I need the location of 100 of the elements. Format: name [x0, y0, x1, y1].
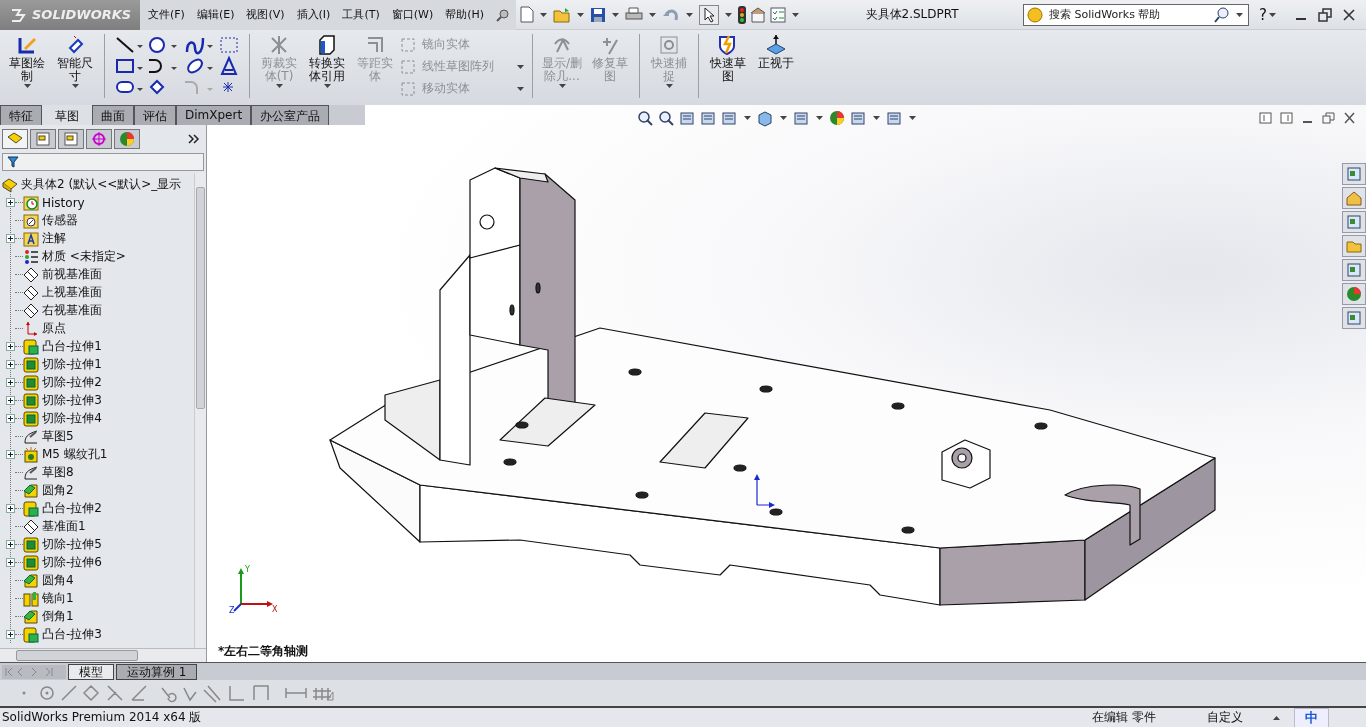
appearance-icon[interactable] [829, 109, 846, 127]
tree-item[interactable]: 切除-拉伸2 [23, 374, 102, 392]
command-button[interactable]: 快速草图 [705, 34, 751, 83]
panel-tab[interactable] [58, 128, 84, 149]
menu-item[interactable]: 插入(I) [296, 7, 331, 22]
units-menu[interactable]: 自定义 [1207, 709, 1273, 726]
caret-icon[interactable] [1236, 12, 1244, 17]
traffic-light-icon[interactable] [738, 5, 747, 24]
search-icon[interactable] [1214, 6, 1231, 23]
command-button[interactable]: 草图绘制 [4, 34, 50, 88]
command-tab[interactable]: 评估 [134, 104, 176, 125]
expand-icon[interactable] [6, 414, 15, 424]
panel-tab[interactable] [2, 128, 28, 149]
horizontal-scrollbar[interactable] [0, 648, 206, 663]
tree-item[interactable]: 凸台-拉伸1 [23, 338, 102, 356]
help-button[interactable]: ? [1259, 5, 1267, 24]
expand-icon[interactable] [188, 133, 200, 144]
caret-icon[interactable] [649, 12, 657, 17]
tree-item[interactable]: 圆角4 [23, 572, 74, 590]
tree-item[interactable]: 切除-拉伸6 [23, 554, 102, 572]
tree-item[interactable]: 传感器 [23, 212, 78, 230]
close-icon[interactable] [1343, 111, 1356, 124]
expand-icon[interactable] [6, 396, 15, 406]
tree-item[interactable]: 夹具体2 (默认<<默认>_显示 [0, 175, 194, 194]
menu-item[interactable]: 文件(F) [148, 7, 185, 22]
task-pane-tab[interactable] [1342, 210, 1366, 233]
task-pane-tab[interactable] [1342, 162, 1366, 185]
menu-item[interactable]: 窗口(W) [391, 7, 434, 22]
menu-item[interactable]: 视图(V) [246, 7, 285, 22]
expand-icon[interactable] [6, 198, 15, 208]
model-tab[interactable]: 运动算例 1 [116, 663, 198, 680]
restore-icon[interactable] [1318, 7, 1332, 22]
print-icon[interactable] [625, 6, 644, 23]
caret-icon[interactable] [909, 116, 916, 121]
save-icon[interactable] [590, 6, 607, 23]
command-tab[interactable]: 曲面 [92, 104, 134, 125]
model-tab[interactable]: 模型 [68, 663, 114, 680]
caret-icon[interactable] [577, 12, 585, 17]
options-icon[interactable] [750, 6, 767, 23]
expand-icon[interactable] [6, 504, 15, 514]
caret-icon[interactable] [873, 116, 880, 121]
checklist-icon[interactable] [770, 6, 787, 23]
tree-item[interactable]: 基准面1 [23, 518, 86, 536]
command-button[interactable]: 转换实体引用 [304, 34, 350, 88]
command-tab[interactable]: 草图 [42, 104, 92, 125]
caret-icon[interactable] [1269, 12, 1276, 17]
tree-item[interactable]: 镜向1 [23, 590, 74, 608]
tree-item[interactable]: History [23, 194, 85, 211]
tree-item[interactable]: 右视基准面 [23, 302, 102, 320]
tree-item[interactable]: 材质 <未指定> [23, 248, 126, 266]
caret-icon[interactable] [71, 84, 79, 88]
caret-icon[interactable] [1273, 715, 1280, 720]
expand-icon[interactable] [6, 540, 15, 550]
menu-item[interactable]: 工具(T) [342, 7, 380, 22]
caret-icon[interactable] [816, 116, 823, 121]
tile-right-icon[interactable] [1280, 111, 1293, 124]
panel-tab[interactable] [114, 128, 140, 149]
expand-icon[interactable] [6, 234, 15, 244]
tile-left-icon[interactable] [1259, 111, 1272, 124]
caret-icon[interactable] [780, 116, 787, 121]
menu-item[interactable]: 帮助(H) [445, 7, 485, 22]
command-button[interactable]: 智能尺寸 [52, 34, 98, 88]
tree-item[interactable]: 前视基准面 [23, 266, 102, 284]
vertical-scrollbar[interactable] [194, 172, 206, 649]
tree-item[interactable]: 草图8 [23, 464, 74, 482]
folder-icon[interactable] [553, 6, 572, 23]
expand-icon[interactable] [6, 378, 15, 388]
display-style-icon[interactable] [757, 109, 774, 127]
menu-item[interactable]: 编辑(E) [196, 7, 235, 22]
command-button[interactable]: 正视于 [753, 34, 799, 70]
fixture-part-model-drawing[interactable] [329, 167, 1216, 606]
expand-icon[interactable] [6, 360, 15, 370]
restore-icon[interactable] [1322, 111, 1335, 124]
tree-item[interactable]: 原点 [23, 320, 66, 338]
zoom-fit-icon[interactable] [637, 109, 654, 127]
zoom-area-icon[interactable] [658, 109, 675, 127]
tree-item[interactable]: 上视基准面 [23, 284, 102, 302]
tree-item[interactable]: 圆角2 [23, 482, 74, 500]
caret-icon[interactable] [686, 12, 694, 17]
task-pane-tab[interactable] [1342, 258, 1366, 281]
tree-item[interactable]: 倒角1 [23, 608, 74, 626]
tree-item[interactable]: 凸台-拉伸3 [23, 626, 102, 644]
panel-tab[interactable] [30, 128, 56, 149]
command-tab[interactable]: 特征 [0, 104, 42, 125]
expand-icon[interactable] [6, 558, 15, 568]
caret-icon[interactable] [540, 12, 548, 17]
caret-icon[interactable] [792, 12, 800, 17]
new-document-icon[interactable] [520, 6, 535, 23]
expand-icon[interactable] [6, 630, 15, 640]
command-tab[interactable]: 办公室产品 [251, 104, 330, 125]
panel-tab[interactable] [86, 128, 112, 149]
tree-item[interactable]: 切除-拉伸5 [23, 536, 102, 554]
caret-icon[interactable] [725, 12, 733, 17]
task-pane-tab[interactable] [1342, 186, 1366, 209]
tree-item[interactable]: 切除-拉伸3 [23, 392, 102, 410]
expand-icon[interactable] [6, 450, 15, 460]
command-tab[interactable]: DimXpert [176, 104, 252, 125]
caret-icon[interactable] [612, 12, 620, 17]
caret-icon[interactable] [323, 84, 331, 88]
tree-item[interactable]: 注解 [23, 230, 66, 248]
